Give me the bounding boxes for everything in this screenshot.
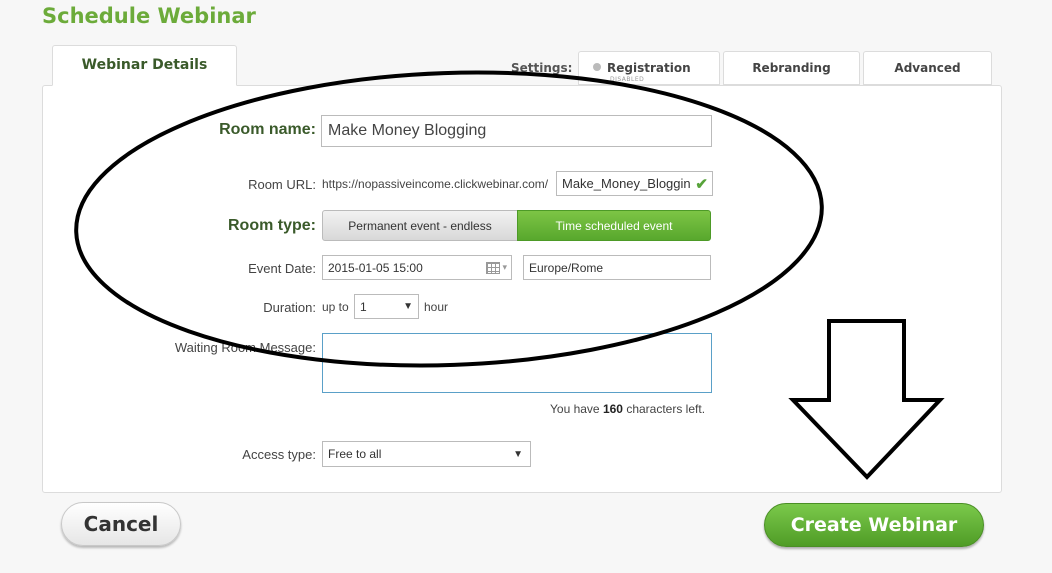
create-webinar-button[interactable]: Create Webinar xyxy=(764,503,984,547)
access-type-label: Access type: xyxy=(242,447,316,462)
room-name-input[interactable]: Make Money Blogging xyxy=(321,115,712,147)
tab-rebranding[interactable]: Rebranding xyxy=(723,51,860,85)
access-type-select[interactable]: Free to all ▼ xyxy=(322,441,531,467)
room-url-value: Make_Money_Bloggin xyxy=(562,176,691,191)
duration-select[interactable]: 1 ▼ xyxy=(354,294,419,319)
timezone-input[interactable]: Europe/Rome xyxy=(523,255,711,280)
duration-unit: hour xyxy=(424,300,449,314)
event-date-value: 2015-01-05 15:00 xyxy=(328,260,423,275)
room-url-prefix: https://nopassiveincome.clickwebinar.com… xyxy=(322,177,549,191)
page-title: Schedule Webinar xyxy=(42,4,256,28)
room-type-permanent-button[interactable]: Permanent event - endless xyxy=(322,210,518,241)
waiting-room-textarea[interactable] xyxy=(322,333,712,393)
dropdown-caret-icon: ▼ xyxy=(403,301,413,312)
waiting-room-label: Waiting Room Message: xyxy=(174,340,316,355)
settings-label: Settings: xyxy=(511,61,573,75)
duration-value: 1 xyxy=(360,299,367,314)
event-date-label: Event Date: xyxy=(248,261,316,276)
room-url-input[interactable]: Make_Money_Bloggin ✔ xyxy=(556,171,713,196)
duration-label: Duration: xyxy=(263,300,316,315)
room-name-label: Room name: xyxy=(219,121,316,138)
duration-prefix: up to xyxy=(322,300,349,314)
status-dot-icon xyxy=(593,63,601,71)
chars-left-text: You have 160 characters left. xyxy=(550,402,706,416)
access-type-value: Free to all xyxy=(328,447,382,461)
tab-registration-label: Registration xyxy=(607,61,691,75)
room-type-label: Room type: xyxy=(228,217,316,234)
tab-advanced[interactable]: Advanced xyxy=(863,51,992,85)
registration-status: DISABLED xyxy=(610,76,645,83)
room-url-label: Room URL: xyxy=(248,177,316,192)
dropdown-caret-icon: ▼ xyxy=(513,448,523,460)
checkmark-icon: ✔ xyxy=(695,175,708,193)
room-type-scheduled-button[interactable]: Time scheduled event xyxy=(517,210,711,241)
tab-registration[interactable]: Registration DISABLED xyxy=(578,51,720,85)
calendar-icon[interactable]: ▾ xyxy=(486,261,507,274)
event-date-input[interactable]: 2015-01-05 15:00 ▾ xyxy=(322,255,512,280)
chars-left-count: 160 xyxy=(602,402,623,416)
tab-webinar-details[interactable]: Webinar Details xyxy=(52,45,237,86)
cancel-button[interactable]: Cancel xyxy=(61,502,181,546)
